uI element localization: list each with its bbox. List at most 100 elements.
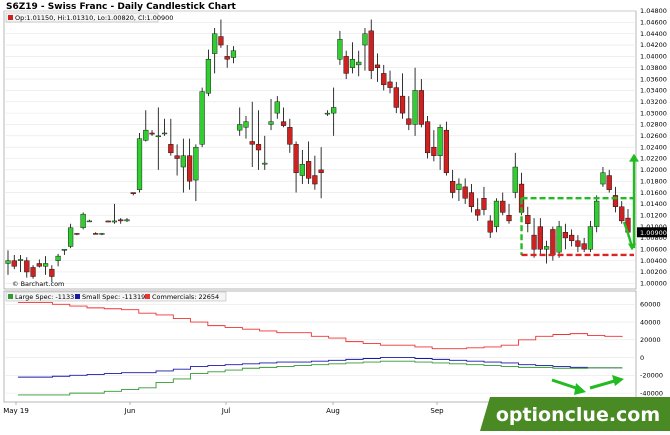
candle-body [5,260,11,264]
candle-body [506,215,512,222]
candle-body [24,260,30,273]
watermark-text: optionclue.com [496,404,660,426]
candle-body [155,135,161,138]
candle-body [431,146,437,156]
candle-body [543,246,550,250]
price-tick-label: 1.01800 [640,177,667,185]
cot-tick-label: 40000 [640,318,661,326]
candle-body [212,33,218,54]
candle-body [556,226,562,253]
candle-body [600,172,606,185]
chart-container: 1.04800 1.04600 1.04400 1.04200 1.04000 1.038… [0,0,670,431]
candle-body [487,220,493,233]
candle-body [274,101,280,114]
candle-body [174,155,180,159]
x-tick-label: Aug [326,407,340,415]
price-tick-label: 1.04200 [640,41,667,49]
cot-tick-label: 20000 [640,336,661,344]
candle-body [324,112,330,115]
candle-body [111,220,118,223]
ohlc-text: Op:1.01150, Hi:1.01310, Lo:1.00820, Cl:1… [15,14,173,22]
candle-body [299,163,305,176]
candle-body [193,146,199,181]
price-tick-label: 1.04800 [640,7,667,15]
candle-body [512,166,518,193]
candle-body [481,198,487,210]
candle-body [581,243,587,250]
candle-body [49,268,55,277]
x-tick-label: Jul [221,407,231,415]
candle-body [36,263,42,267]
candle-body [550,229,556,256]
candle-body [268,121,274,125]
ohlc-swatch [8,15,13,20]
candle-body [243,121,249,128]
candle-body [149,132,155,135]
price-tick-label: 1.04400 [640,30,667,38]
candle-body [237,124,243,131]
price-tick-label: 1.03200 [640,98,667,106]
candle-body [312,175,318,185]
candle-body [418,90,424,125]
candle-body [456,183,462,190]
candle-body [399,95,406,114]
price-tick-label: 1.04600 [640,19,667,27]
price-tick-label: 1.02200 [640,155,667,163]
price-tick-label: 1.02600 [640,132,667,140]
candle-body [68,227,74,247]
price-tick-label: 1.00000 [640,280,667,288]
price-tick-label: 1.02400 [640,143,667,151]
price-tick-label: 1.03000 [640,109,667,117]
candle-body [437,127,443,156]
legend-swatch [145,294,150,299]
price-tick-label: 1.01600 [640,189,667,197]
candle-body [362,33,368,46]
legend-label: Small Spec: -11319 [82,293,145,301]
candle-body [224,56,230,60]
candle-body [17,259,24,261]
candle-body [130,192,136,194]
candle-body [424,121,431,154]
legend-label: Commercials: 22654 [152,293,219,301]
candle-body [475,209,481,216]
candle-body [587,226,594,250]
candle-body [287,127,293,145]
candle-body [255,144,262,151]
candle-body [606,175,612,190]
candle-body [262,162,268,165]
price-tick-label: 1.03600 [640,75,667,83]
candle-body [143,129,149,141]
candle-body [118,219,124,222]
x-tick-label: Jun [124,407,136,415]
candle-body [412,90,418,125]
price-tick-label: 1.00600 [640,245,667,253]
candle-body [86,220,93,223]
chart-title: S6Z19 - Swiss Franc - Daily Candlestick … [6,2,236,12]
candle-body [105,220,111,223]
cot-tick-label: 60000 [640,301,661,309]
candle-body [337,39,343,60]
price-tick-label: 1.00400 [640,257,667,265]
candle-body [124,219,130,222]
price-tick-label: 1.00200 [640,268,667,276]
candle-body [61,249,67,251]
candle-body [500,200,506,213]
price-tick-label: 1.04000 [640,53,667,61]
candle-body [205,59,212,94]
candle-body [531,234,537,250]
candle-body [80,213,86,228]
candle-body [450,181,456,193]
price-tick-label: 1.01200 [640,211,667,219]
candle-body [199,91,205,145]
candle-body [387,81,393,88]
candle-body [136,138,143,190]
candle-body [230,50,237,58]
candle-body [468,192,475,207]
price-tick-label: 1.01400 [640,200,667,208]
candle-body [381,73,387,85]
candle-body [575,240,581,247]
candle-body [55,255,61,261]
watermark-graphic: optionclue.com [480,397,670,431]
candle-body [249,141,255,145]
candle-body [594,200,600,227]
